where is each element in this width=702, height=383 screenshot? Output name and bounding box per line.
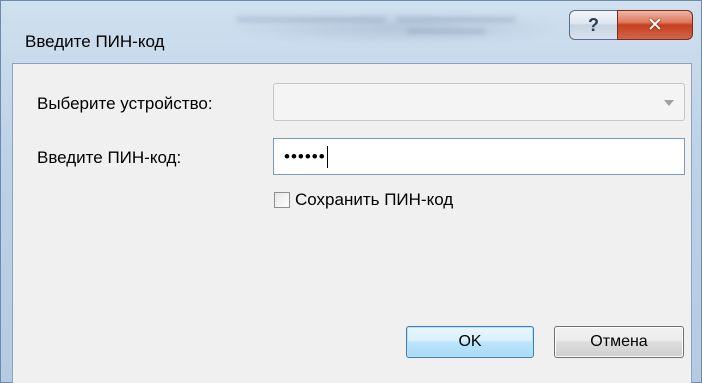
pin-dialog-window: Введите ПИН-код ? ✕ Выберите устройство:… [0,0,702,383]
text-caret [326,146,328,168]
chevron-down-icon [664,100,674,106]
save-pin-label[interactable]: Сохранить ПИН-код [295,190,453,210]
pin-input[interactable]: •••••• [273,138,685,175]
device-label: Выберите устройство: [37,94,213,113]
save-pin-option[interactable]: Сохранить ПИН-код [274,190,453,210]
help-icon: ? [588,15,599,35]
title-bar[interactable]: Введите ПИН-код ? ✕ [1,1,701,63]
blurred-background-glass [226,11,566,45]
pin-label: Введите ПИН-код: [37,148,182,167]
dialog-client-area: Выберите устройство: Введите ПИН-код: ••… [12,63,692,383]
screen: Введите ПИН-код ? ✕ Выберите устройство:… [0,0,702,383]
ok-button[interactable]: OK [406,326,534,358]
cancel-button[interactable]: Отмена [554,326,684,358]
pin-input-value: •••••• [284,147,326,166]
caption-buttons: ? ✕ [569,10,693,40]
close-button[interactable]: ✕ [617,10,693,40]
help-button[interactable]: ? [569,10,617,40]
save-pin-checkbox[interactable] [274,192,290,208]
device-select[interactable] [273,83,685,121]
close-icon: ✕ [647,14,663,36]
window-title: Введите ПИН-код [25,32,165,51]
